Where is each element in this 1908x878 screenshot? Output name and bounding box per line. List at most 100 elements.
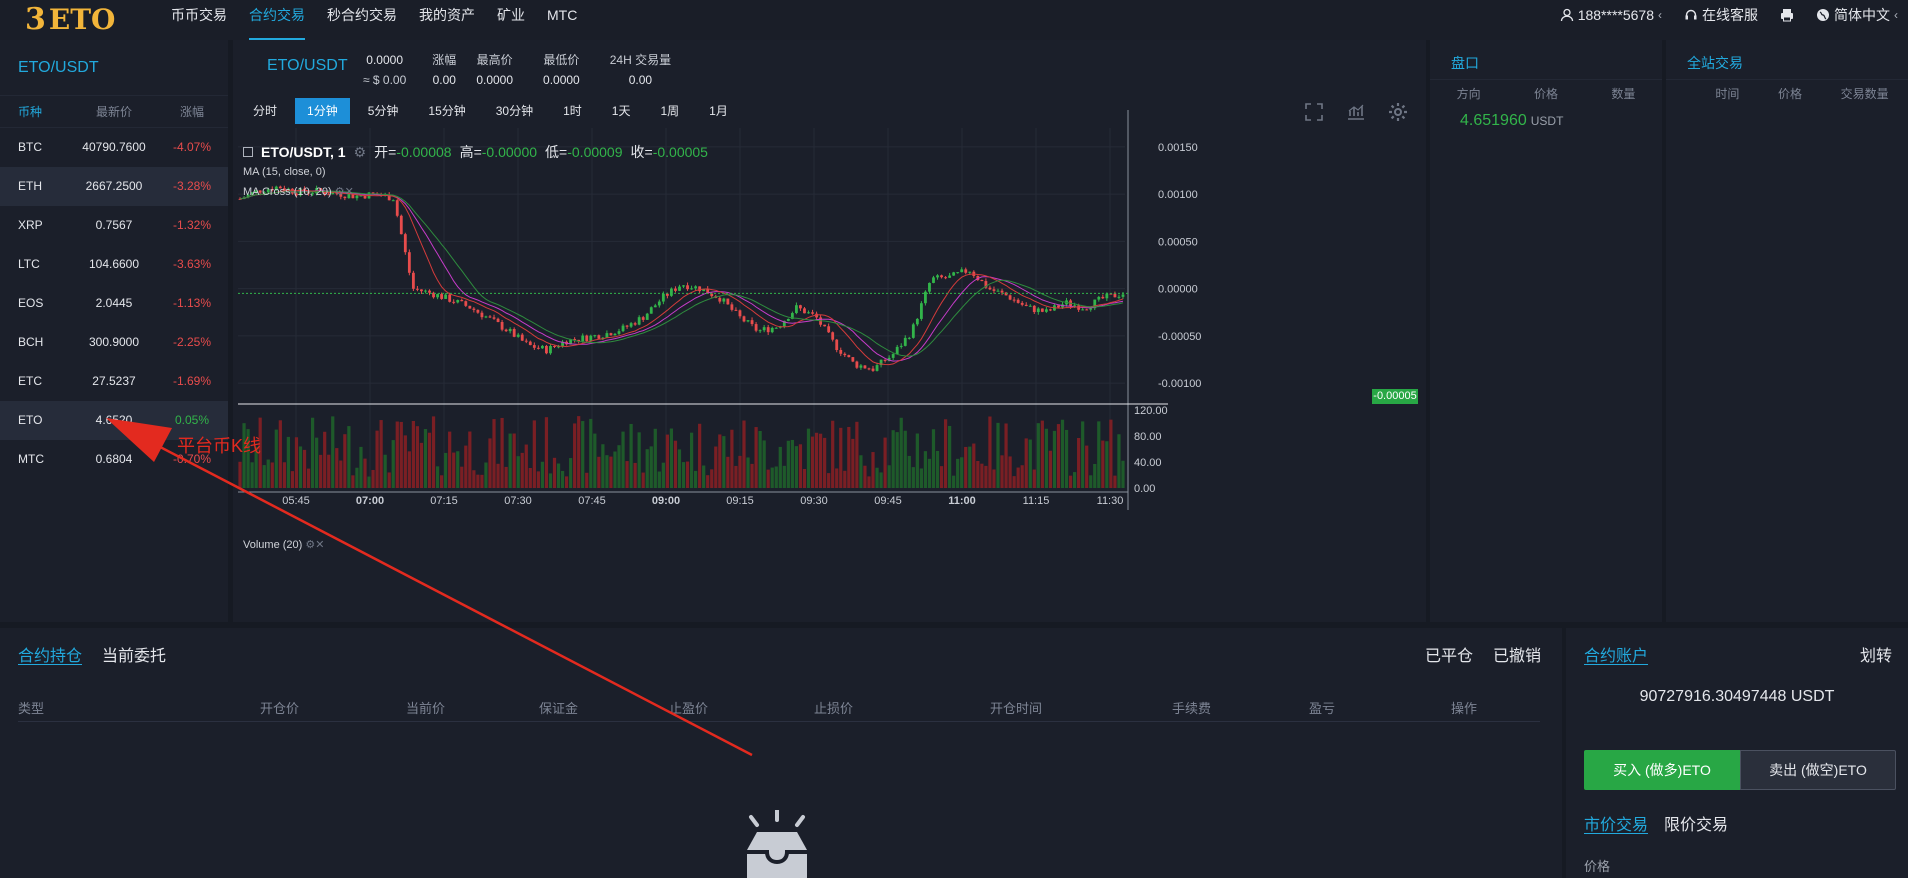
candle-body bbox=[484, 316, 488, 318]
volume-bar bbox=[609, 456, 613, 488]
volume-bar bbox=[960, 457, 964, 488]
candle-body bbox=[770, 327, 774, 333]
candle-body bbox=[500, 322, 504, 330]
market-price: 0.6804 bbox=[95, 452, 133, 466]
nav-second-contract[interactable]: 秒合约交易 bbox=[316, 0, 408, 40]
market-row-btc[interactable]: BTC 40790.7600 -4.07% bbox=[0, 128, 228, 167]
candle-body bbox=[871, 368, 875, 371]
volume-bar bbox=[883, 437, 887, 488]
volume-tick-label: 80.00 bbox=[1134, 431, 1162, 443]
account-title[interactable]: 合约账户 bbox=[1584, 642, 1648, 666]
candle-body bbox=[395, 200, 399, 216]
candle-body bbox=[807, 312, 810, 314]
candle-body bbox=[843, 353, 847, 356]
market-coin: BTC bbox=[18, 140, 42, 154]
market-row-ltc[interactable]: LTC 104.6600 -3.63% bbox=[0, 245, 228, 284]
volume-bar bbox=[774, 466, 778, 488]
tab-positions[interactable]: 合约持仓 bbox=[18, 642, 82, 666]
settings-small-icon[interactable]: ⚙✕ bbox=[305, 539, 324, 551]
collapse-icon[interactable] bbox=[243, 147, 253, 157]
logo[interactable]: 3 ETO bbox=[0, 0, 140, 40]
volume-bar bbox=[835, 468, 839, 488]
nav-spot-trading[interactable]: 币币交易 bbox=[160, 0, 238, 40]
volume-bar bbox=[448, 431, 452, 488]
empty-inbox-icon bbox=[747, 810, 807, 878]
download-app[interactable] bbox=[1780, 8, 1794, 22]
candle-body bbox=[1121, 294, 1125, 297]
volume-bar bbox=[347, 426, 351, 488]
transfer-link[interactable]: 划转 bbox=[1860, 642, 1892, 666]
tab-market-order[interactable]: 市价交易 bbox=[1584, 811, 1648, 835]
volume-bar bbox=[1036, 423, 1040, 488]
volume-bar bbox=[714, 446, 718, 488]
volume-bar bbox=[387, 472, 391, 488]
volume-bar bbox=[306, 468, 311, 488]
volume-bar bbox=[343, 434, 347, 488]
candle-body bbox=[1036, 308, 1040, 313]
buy-long-button[interactable]: 买入 (做多)ETO bbox=[1584, 750, 1740, 790]
market-row-etc[interactable]: ETC 27.5237 -1.69% bbox=[0, 362, 228, 401]
support-link[interactable]: 在线客服 bbox=[1684, 5, 1758, 25]
volume-bar bbox=[706, 475, 710, 488]
volume-bar bbox=[702, 465, 706, 488]
volume-bar bbox=[419, 442, 424, 488]
volume-bar bbox=[1024, 438, 1028, 488]
settings-small-icon[interactable]: ⚙✕ bbox=[335, 186, 354, 198]
market-row-xrp[interactable]: XRP 0.7567 -1.32% bbox=[0, 206, 228, 245]
volume-bar bbox=[544, 417, 549, 488]
candle-body bbox=[1089, 308, 1093, 310]
candle-body bbox=[730, 304, 734, 310]
settings-small-icon[interactable]: ⚙ bbox=[354, 144, 367, 161]
candle-body bbox=[847, 355, 851, 358]
candlestick-chart[interactable]: 0.00150 0.00100 0.00050 0.00000 -0.00050 -0.0… bbox=[233, 40, 1426, 622]
volume-bar bbox=[677, 449, 682, 488]
candle-body bbox=[996, 290, 1000, 292]
candle-body bbox=[621, 325, 625, 332]
printer-icon bbox=[1781, 9, 1793, 22]
nav-mining[interactable]: 矿业 bbox=[486, 0, 536, 40]
candle-body bbox=[399, 215, 403, 235]
volume-bar bbox=[601, 444, 605, 488]
tab-open-orders[interactable]: 当前委托 bbox=[102, 642, 166, 666]
volume-bar bbox=[1060, 419, 1065, 488]
sell-short-button[interactable]: 卖出 (做空)ETO bbox=[1740, 750, 1896, 790]
logo-mark: 3 bbox=[25, 2, 46, 37]
nav-my-assets[interactable]: 我的资产 bbox=[408, 0, 486, 40]
volume-bar bbox=[907, 455, 911, 488]
user-menu[interactable]: 188****5678 ‹ bbox=[1560, 7, 1662, 23]
volume-bar bbox=[476, 474, 480, 488]
chart-legend: ETO/USDT, 1 ⚙ 开=-0.00008 高=-0.00000 低=-0… bbox=[243, 142, 708, 202]
volume-bar bbox=[891, 430, 895, 488]
volume-bar bbox=[1081, 421, 1085, 488]
volume-bar bbox=[782, 465, 786, 488]
language-label: 简体中文 bbox=[1834, 7, 1890, 23]
volume-bar bbox=[399, 421, 403, 488]
tab-limit-order[interactable]: 限价交易 bbox=[1664, 811, 1728, 835]
volume-bar bbox=[319, 454, 323, 488]
nav-contract-trading[interactable]: 合约交易 bbox=[238, 0, 316, 40]
nav-mtc[interactable]: MTC bbox=[536, 0, 588, 40]
candle-body bbox=[613, 333, 617, 336]
volume-bar bbox=[500, 417, 504, 488]
volume-bar bbox=[935, 450, 940, 488]
volume-bar bbox=[270, 462, 274, 488]
volume-bar bbox=[355, 467, 359, 488]
market-change: -1.13% bbox=[172, 296, 212, 310]
volume-bar bbox=[403, 435, 407, 488]
volume-bar bbox=[1121, 460, 1125, 488]
market-row-bch[interactable]: BCH 300.9000 -2.25% bbox=[0, 323, 228, 362]
volume-bar bbox=[1000, 455, 1004, 488]
volume-bar bbox=[790, 439, 794, 488]
volume-bar bbox=[250, 462, 254, 488]
legend-high: 高=-0.00000 bbox=[460, 142, 537, 162]
tab-closed[interactable]: 已平仓 bbox=[1425, 642, 1473, 666]
market-row-eos[interactable]: EOS 2.0445 -1.13% bbox=[0, 284, 228, 323]
language-select[interactable]: 简体中文 ‹ bbox=[1816, 5, 1898, 25]
volume-bar bbox=[286, 436, 291, 488]
tab-cancelled[interactable]: 已撤销 bbox=[1493, 642, 1541, 666]
positions-table-header: 类型 开仓价 当前价 保证金 止盈价 止损价 开仓时间 手续费 盈亏 操作 bbox=[18, 696, 1540, 722]
market-row-eth[interactable]: ETH 2667.2500 -3.28% bbox=[0, 167, 228, 206]
volume-bar bbox=[871, 452, 875, 488]
candle-body bbox=[875, 365, 879, 371]
market-price: 27.5237 bbox=[92, 374, 136, 388]
